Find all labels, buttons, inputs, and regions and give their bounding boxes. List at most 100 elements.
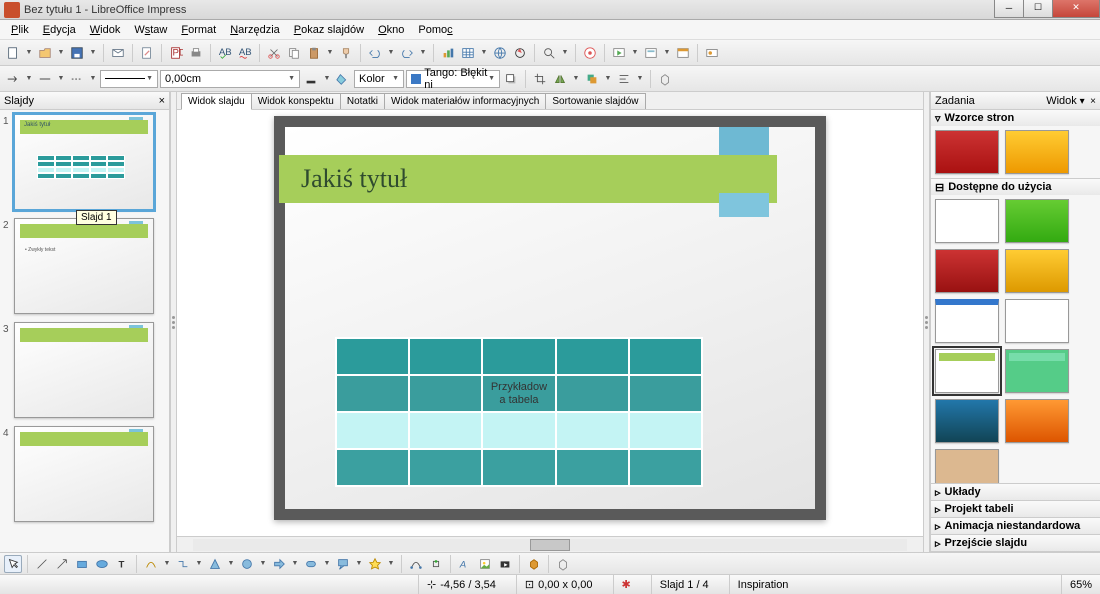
section-table-design[interactable]: ▹Projekt tabeli (931, 501, 1100, 517)
points-tool[interactable] (407, 555, 425, 573)
menu-window[interactable]: Okno (371, 22, 411, 38)
menu-help[interactable]: Pomoc (411, 22, 459, 38)
callout-tool[interactable] (334, 555, 352, 573)
section-layouts[interactable]: ▹Układy (931, 484, 1100, 500)
master-thumb[interactable] (935, 199, 999, 243)
arrow-style-button[interactable] (4, 70, 22, 88)
open-dropdown[interactable]: ▼ (56, 44, 66, 62)
table-button[interactable] (459, 44, 477, 62)
zoom-dropdown[interactable]: ▼ (560, 44, 570, 62)
3d-tool[interactable] (525, 555, 543, 573)
window-maximize-button[interactable]: ☐ (1023, 0, 1053, 18)
print-button[interactable] (187, 44, 205, 62)
tab-notes-view[interactable]: Notatki (340, 93, 385, 109)
slide-layout-button[interactable] (642, 44, 660, 62)
slideshow-button[interactable] (610, 44, 628, 62)
slide-thumb-4[interactable]: 4 (4, 426, 165, 522)
slideshow-dropdown[interactable]: ▼ (630, 44, 640, 62)
fill-button[interactable] (334, 70, 352, 88)
copy-button[interactable] (285, 44, 303, 62)
slide-table[interactable]: Przykładowa tabela (335, 337, 703, 487)
basic-shapes-tool[interactable] (206, 555, 224, 573)
line-color-button[interactable] (302, 70, 320, 88)
email-button[interactable] (109, 44, 127, 62)
paste-button[interactable] (305, 44, 323, 62)
arrow-tool[interactable] (53, 555, 71, 573)
tab-normal-view[interactable]: Widok slajdu (181, 93, 252, 110)
master-thumb[interactable] (935, 299, 999, 343)
slide-design-button[interactable] (674, 44, 692, 62)
master-thumb[interactable] (935, 130, 999, 174)
block-arrows-tool[interactable] (270, 555, 288, 573)
slide-thumb-3[interactable]: 3 (4, 322, 165, 418)
slide-layout-dropdown[interactable]: ▼ (662, 44, 672, 62)
splitter-left[interactable] (170, 92, 177, 552)
slide-thumb-2[interactable]: 2• Zwykły tekst (4, 218, 165, 314)
master-thumb[interactable] (1005, 249, 1069, 293)
fill-color-combo[interactable]: Tango: Błękit ni▼ (406, 70, 500, 88)
section-animation[interactable]: ▹Animacja niestandardowa (931, 518, 1100, 534)
master-thumb[interactable] (935, 399, 999, 443)
symbol-shapes-tool[interactable] (238, 555, 256, 573)
autospell-button[interactable]: ABC (236, 44, 254, 62)
flowchart-tool[interactable] (302, 555, 320, 573)
menu-slideshow[interactable]: Pokaz slajdów (287, 22, 371, 38)
undo-button[interactable] (366, 44, 384, 62)
rect-tool[interactable] (73, 555, 91, 573)
task-panel-view[interactable]: Widok ▾ × (1046, 95, 1096, 107)
spellcheck-button[interactable]: ABC (216, 44, 234, 62)
new-button[interactable] (4, 44, 22, 62)
crop-button[interactable] (531, 70, 549, 88)
master-thumb[interactable] (1005, 199, 1069, 243)
hyperlink-button[interactable] (491, 44, 509, 62)
table-dropdown[interactable]: ▼ (479, 44, 489, 62)
section-available[interactable]: ⊟Dostępne do użycia (931, 179, 1100, 195)
window-minimize-button[interactable]: ─ (994, 0, 1024, 18)
tab-sorter-view[interactable]: Sortowanie slajdów (545, 93, 645, 109)
arrange-button[interactable] (583, 70, 601, 88)
select-tool[interactable] (4, 555, 22, 573)
ellipse-tool[interactable] (93, 555, 111, 573)
extrusion-button[interactable] (656, 70, 674, 88)
master-thumb-selected[interactable] (935, 349, 999, 393)
master-thumb[interactable] (935, 249, 999, 293)
master-thumb[interactable] (1005, 349, 1069, 393)
chart-button[interactable] (439, 44, 457, 62)
redo-button[interactable] (398, 44, 416, 62)
extrusion-toggle[interactable] (554, 555, 572, 573)
line-tool[interactable] (33, 555, 51, 573)
gluepoints-tool[interactable] (427, 555, 445, 573)
tab-handout-view[interactable]: Widok materiałów informacyjnych (384, 93, 546, 109)
menu-edit[interactable]: Edycja (36, 22, 83, 38)
slide-page[interactable]: Jakiś tytuł Przykładowa tabela (274, 116, 826, 520)
menu-format[interactable]: Format (174, 22, 223, 38)
master-thumb[interactable] (935, 449, 999, 483)
slide-title[interactable]: Jakiś tytuł (279, 155, 777, 203)
horizontal-scrollbar[interactable] (177, 536, 923, 552)
text-tool[interactable]: T (113, 555, 131, 573)
redo-dropdown[interactable]: ▼ (418, 44, 428, 62)
slide-thumbnails[interactable]: 1 Jakiś tytuł Slajd 1 2• Zwykły tekst 3 … (0, 110, 169, 552)
help-button[interactable] (581, 44, 599, 62)
menu-view[interactable]: Widok (83, 22, 128, 38)
new-dropdown[interactable]: ▼ (24, 44, 34, 62)
clone-format-button[interactable] (337, 44, 355, 62)
media-tool[interactable] (496, 555, 514, 573)
section-master-pages[interactable]: ▿Wzorce stron (931, 110, 1100, 126)
slide-panel-close[interactable]: × (159, 95, 165, 107)
zoom-button[interactable] (540, 44, 558, 62)
undo-dropdown[interactable]: ▼ (386, 44, 396, 62)
connector-tool[interactable] (174, 555, 192, 573)
open-button[interactable] (36, 44, 54, 62)
fontwork-tool[interactable]: A (456, 555, 474, 573)
curve-tool[interactable] (142, 555, 160, 573)
slide-thumb-1[interactable]: 1 Jakiś tytuł (4, 114, 165, 210)
stars-tool[interactable] (366, 555, 384, 573)
status-zoom[interactable]: 65% (1061, 575, 1092, 594)
window-close-button[interactable]: ✕ (1052, 0, 1100, 18)
menu-insert[interactable]: Wstaw (127, 22, 174, 38)
line-pattern-button[interactable] (68, 70, 86, 88)
export-pdf-button[interactable]: PDF (167, 44, 185, 62)
save-button[interactable] (68, 44, 86, 62)
shadow-button[interactable] (502, 70, 520, 88)
